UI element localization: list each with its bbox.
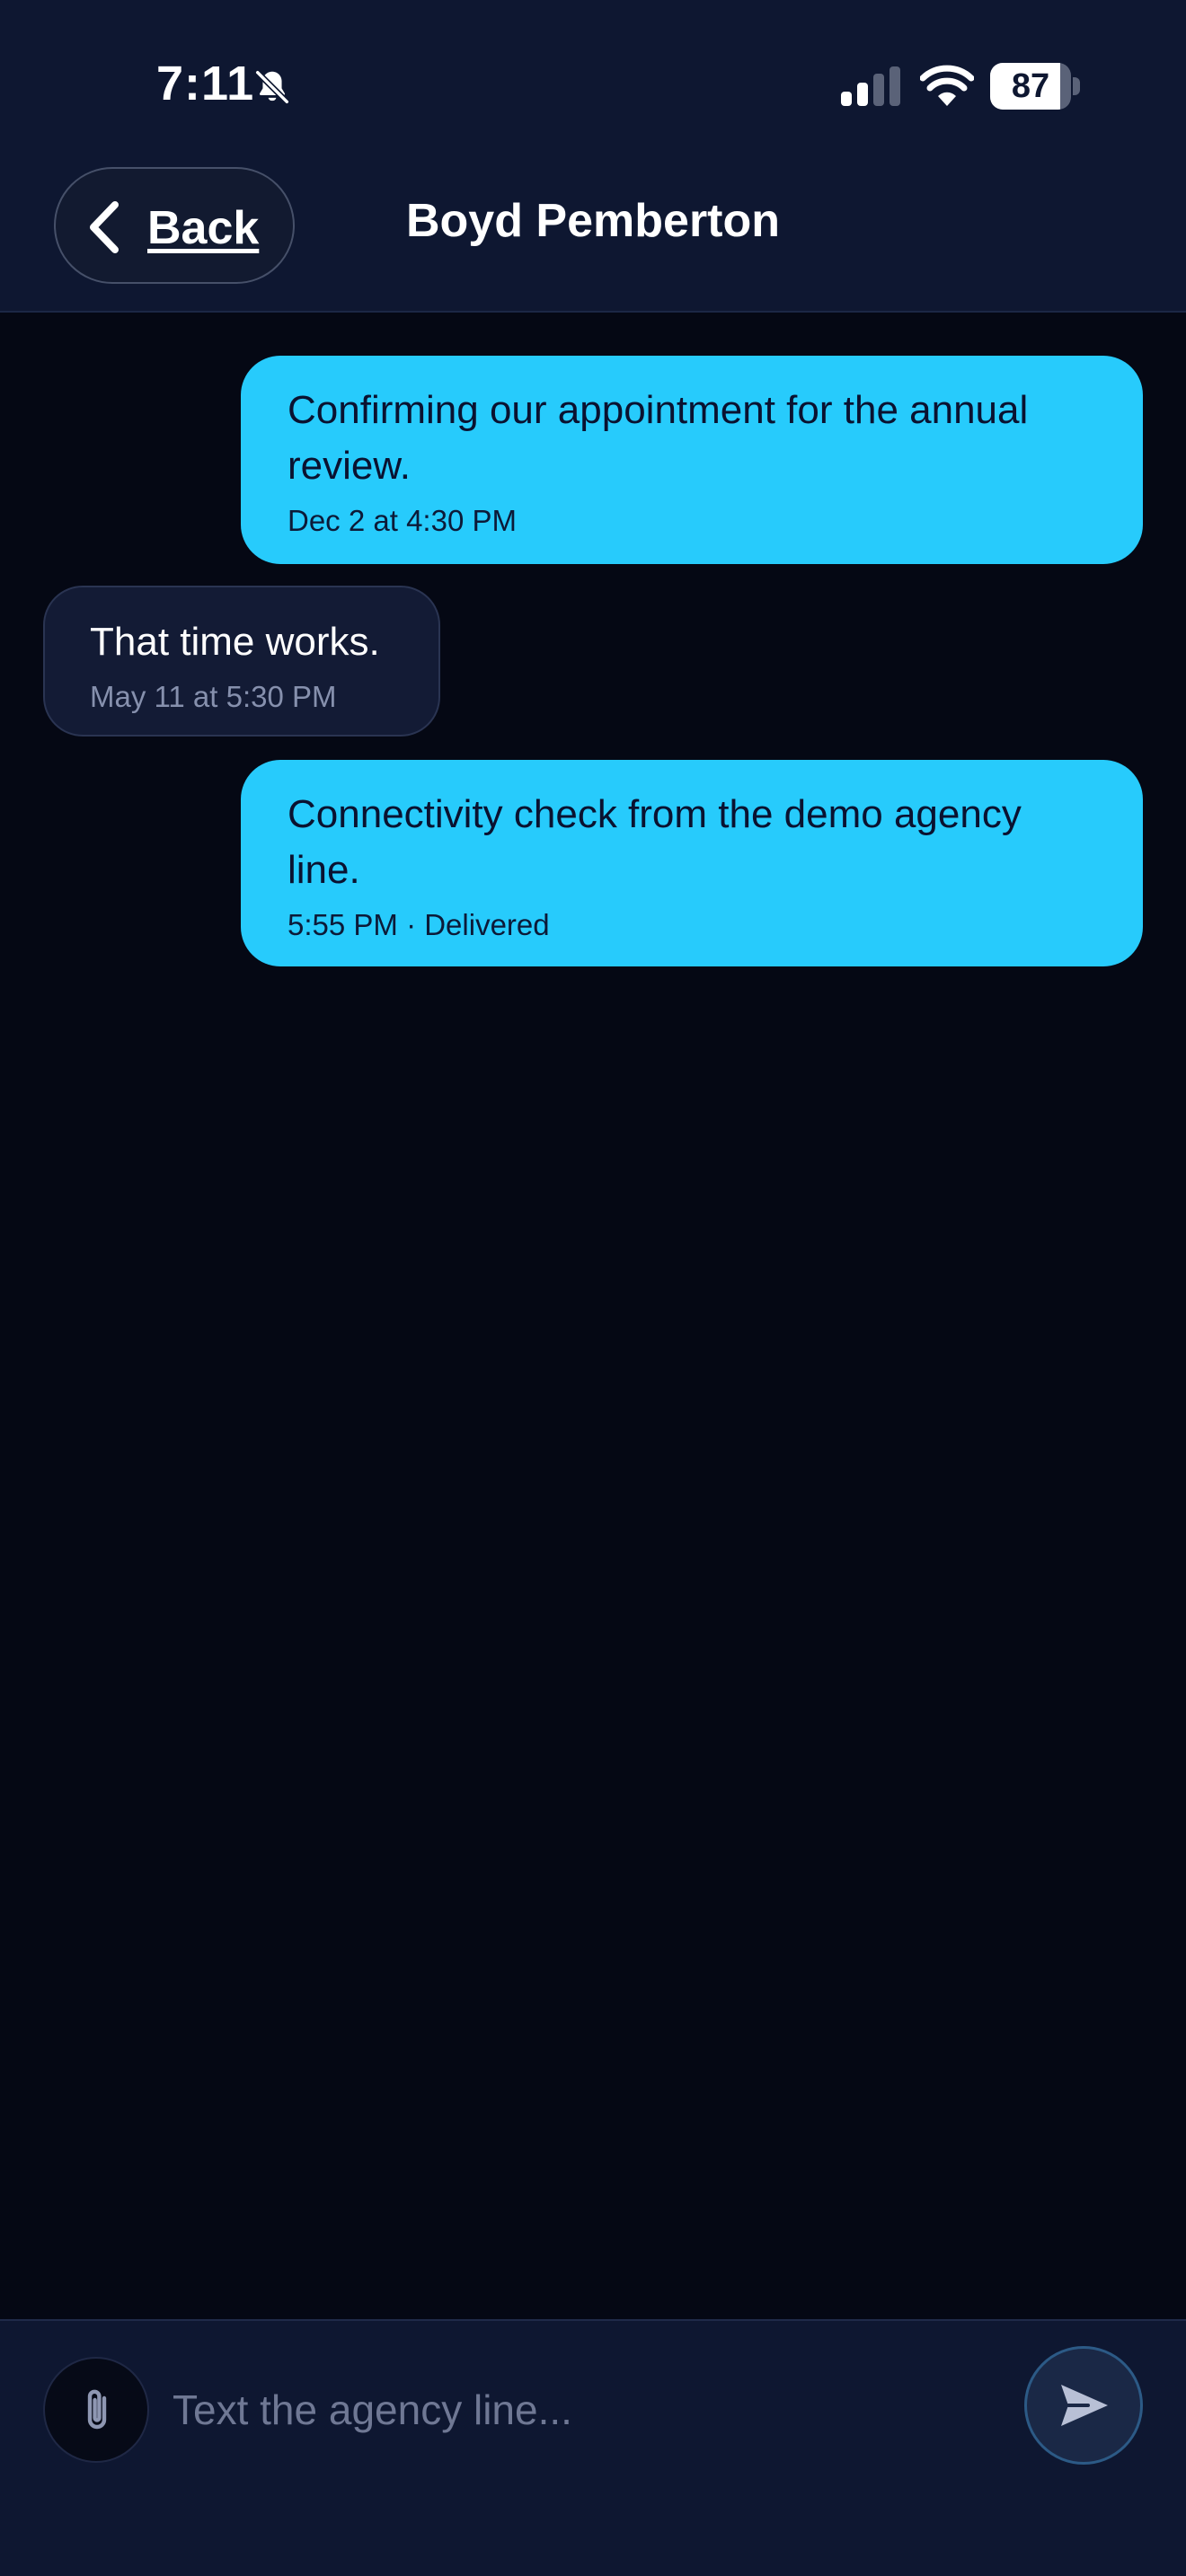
battery-icon: 87 [990,63,1080,110]
back-label: Back [147,202,260,254]
composer-bar [0,2319,1186,2576]
status-time: 7:11 [156,57,255,110]
message-outgoing: Confirming our appointment for the annua… [241,356,1143,564]
send-icon [1061,2385,1108,2426]
send-button[interactable] [1024,2346,1143,2465]
message-incoming: That time works. May 11 at 5:30 PM [43,586,440,737]
message-status: 5:55 PM · Delivered [288,908,550,941]
message-text: Confirming our appointment for the annua… [288,388,1029,488]
message-text: That time works. [90,620,380,664]
top-bar: 7:11 87 Back Boyd Pemberton [0,0,1186,313]
bell-slash-icon [254,69,290,105]
message-timestamp: May 11 at 5:30 PM [90,680,337,713]
message-outgoing: Connectivity check from the demo agency … [241,760,1143,966]
message-timestamp: Dec 2 at 4:30 PM [288,504,517,537]
attach-button[interactable] [43,2357,149,2463]
signal-bars-icon [841,66,900,106]
battery-level: 87 [1011,67,1050,105]
wifi-icon [920,65,974,106]
chevron-left-icon [90,201,119,253]
paperclip-icon [87,2389,107,2430]
message-text: Connectivity check from the demo agency … [288,792,1022,892]
conversation-title: Boyd Pemberton [405,195,781,247]
back-button[interactable]: Back [54,167,295,284]
message-input[interactable] [173,2371,981,2448]
